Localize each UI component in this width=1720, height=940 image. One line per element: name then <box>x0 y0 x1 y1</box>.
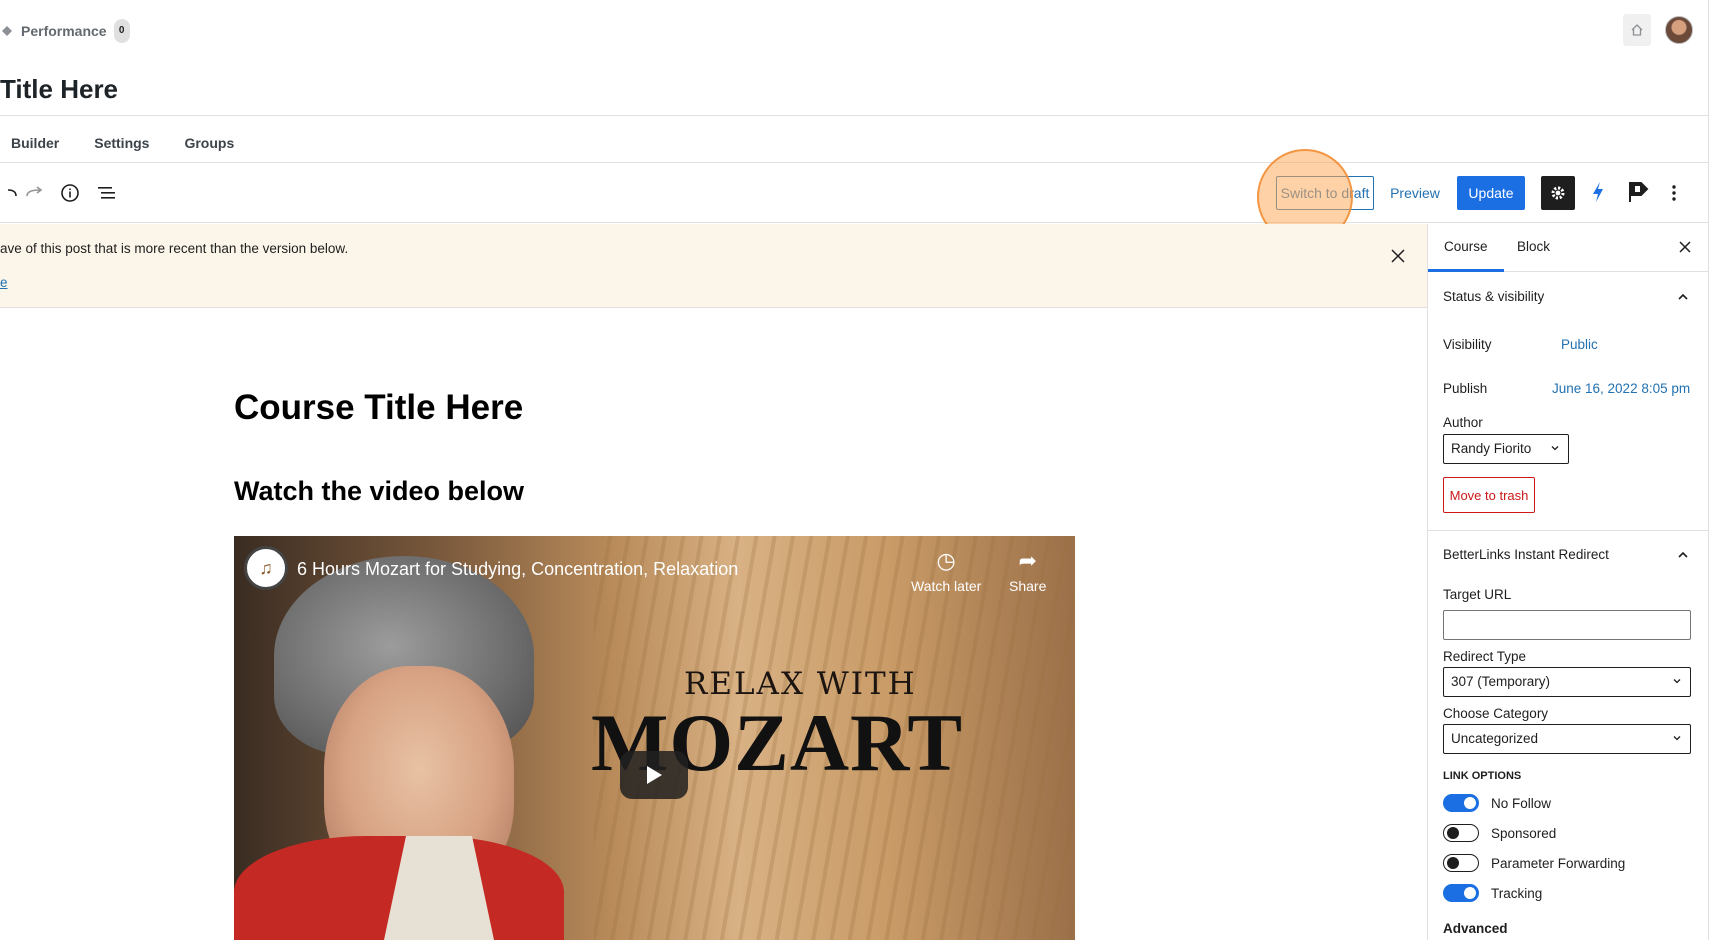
video-subheading[interactable]: Watch the video below <box>234 476 524 507</box>
settings-sidebar: Course Block Status & visibility Visibil… <box>1427 224 1708 940</box>
visibility-value[interactable]: Public <box>1561 337 1598 352</box>
no-follow-toggle[interactable] <box>1443 794 1479 812</box>
option-sponsored[interactable]: Sponsored <box>1443 824 1556 842</box>
editor-toolbar: Switch to draft Preview Update <box>0 163 1708 223</box>
share-label: Share <box>1009 578 1047 594</box>
clock-icon: ◷ <box>936 548 956 573</box>
author-select[interactable]: Randy Fiorito <box>1443 434 1569 464</box>
more-options-icon[interactable] <box>1662 181 1686 205</box>
divider <box>0 115 1708 116</box>
sponsored-toggle[interactable] <box>1443 824 1479 842</box>
window-edge <box>1708 0 1720 940</box>
preview-button[interactable]: Preview <box>1382 176 1448 210</box>
notice-link[interactable]: e <box>0 275 8 290</box>
close-icon <box>1679 241 1691 253</box>
author-value: Randy Fiorito <box>1451 441 1532 456</box>
betterlinks-heading[interactable]: BetterLinks Instant Redirect <box>1443 547 1609 562</box>
target-url-label: Target URL <box>1443 587 1512 602</box>
tab-block[interactable]: Block <box>1517 239 1550 254</box>
editor-canvas: Course Title Here Watch the video below … <box>0 309 1427 940</box>
watch-later-button[interactable]: ◷ Watch later <box>911 548 981 594</box>
parameter-forwarding-toggle[interactable] <box>1443 854 1479 872</box>
info-icon[interactable] <box>58 181 82 205</box>
settings-button[interactable] <box>1541 176 1575 210</box>
category-label: Choose Category <box>1443 706 1549 721</box>
list-view-icon[interactable] <box>95 181 119 205</box>
redirect-type-label: Redirect Type <box>1443 649 1527 664</box>
target-url-input[interactable] <box>1443 610 1691 640</box>
play-icon <box>647 766 662 784</box>
play-button[interactable] <box>620 751 688 799</box>
tab-builder[interactable]: Builder <box>11 135 59 151</box>
video-embed[interactable]: ♫ 6 Hours Mozart for Studying, Concentra… <box>234 536 1075 940</box>
redirect-type-select[interactable]: 307 (Temporary) <box>1443 667 1691 697</box>
sidebar-close-button[interactable] <box>1675 237 1695 257</box>
tracking-toggle[interactable] <box>1443 884 1479 902</box>
page-tabs: Builder Settings Groups <box>11 135 269 151</box>
sponsored-label: Sponsored <box>1491 825 1557 841</box>
admin-top-bar: Performance 0 <box>0 0 1708 62</box>
chevron-down-icon <box>1673 679 1681 684</box>
publish-label: Publish <box>1443 381 1488 396</box>
flag-icon[interactable] <box>1626 180 1650 204</box>
visibility-label: Visibility <box>1443 337 1492 352</box>
redirect-type-value: 307 (Temporary) <box>1451 674 1551 689</box>
tracking-label: Tracking <box>1491 885 1543 901</box>
status-visibility-heading[interactable]: Status & visibility <box>1443 289 1544 304</box>
author-label: Author <box>1443 415 1483 430</box>
no-follow-label: No Follow <box>1491 795 1552 811</box>
option-parameter-forwarding[interactable]: Parameter Forwarding <box>1443 854 1625 872</box>
option-no-follow[interactable]: No Follow <box>1443 794 1551 812</box>
advanced-heading[interactable]: Advanced <box>1443 921 1508 936</box>
chevron-down-icon <box>1673 736 1681 741</box>
sidebar-tabs: Course Block <box>1428 224 1708 272</box>
redo-icon[interactable] <box>23 181 47 205</box>
performance-menu[interactable]: Performance 0 <box>0 19 130 43</box>
undo-icon[interactable] <box>0 181 24 205</box>
page-title: Title Here <box>0 74 119 104</box>
move-to-trash-button[interactable]: Move to trash <box>1443 477 1535 513</box>
share-button[interactable]: ➦ Share <box>1009 548 1046 594</box>
performance-count-badge: 0 <box>113 19 130 43</box>
performance-label: Performance <box>21 23 107 39</box>
gear-icon <box>1551 186 1565 200</box>
link-options-label: LINK OPTIONS <box>1443 770 1522 782</box>
chevron-up-icon[interactable] <box>1676 548 1690 562</box>
close-icon <box>1391 249 1405 263</box>
notice-message: ave of this post that is more recent tha… <box>0 241 349 256</box>
publish-date[interactable]: June 16, 2022 8:05 pm <box>1552 381 1690 396</box>
channel-avatar[interactable]: ♫ <box>244 546 288 590</box>
update-button[interactable]: Update <box>1457 176 1525 210</box>
section-divider <box>1428 530 1708 531</box>
lightning-icon[interactable] <box>1586 180 1610 204</box>
home-icon <box>1631 24 1643 36</box>
home-button[interactable] <box>1623 14 1651 46</box>
chevron-down-icon <box>1551 446 1559 451</box>
tab-course[interactable]: Course <box>1428 239 1503 272</box>
option-tracking[interactable]: Tracking <box>1443 884 1542 902</box>
performance-icon <box>2 26 12 36</box>
tab-groups[interactable]: Groups <box>184 135 234 151</box>
tab-settings[interactable]: Settings <box>94 135 149 151</box>
category-select[interactable]: Uncategorized <box>1443 724 1691 754</box>
share-icon: ➦ <box>1018 548 1037 573</box>
parameter-forwarding-label: Parameter Forwarding <box>1491 855 1626 871</box>
video-title[interactable]: 6 Hours Mozart for Studying, Concentrati… <box>297 559 738 580</box>
watch-later-label: Watch later <box>911 578 982 594</box>
autosave-notice: ave of this post that is more recent tha… <box>0 224 1427 308</box>
category-value: Uncategorized <box>1451 731 1539 746</box>
user-avatar[interactable] <box>1665 16 1693 44</box>
chevron-up-icon[interactable] <box>1676 290 1690 304</box>
course-heading[interactable]: Course Title Here <box>234 388 523 428</box>
notice-close-button[interactable] <box>1386 244 1410 268</box>
